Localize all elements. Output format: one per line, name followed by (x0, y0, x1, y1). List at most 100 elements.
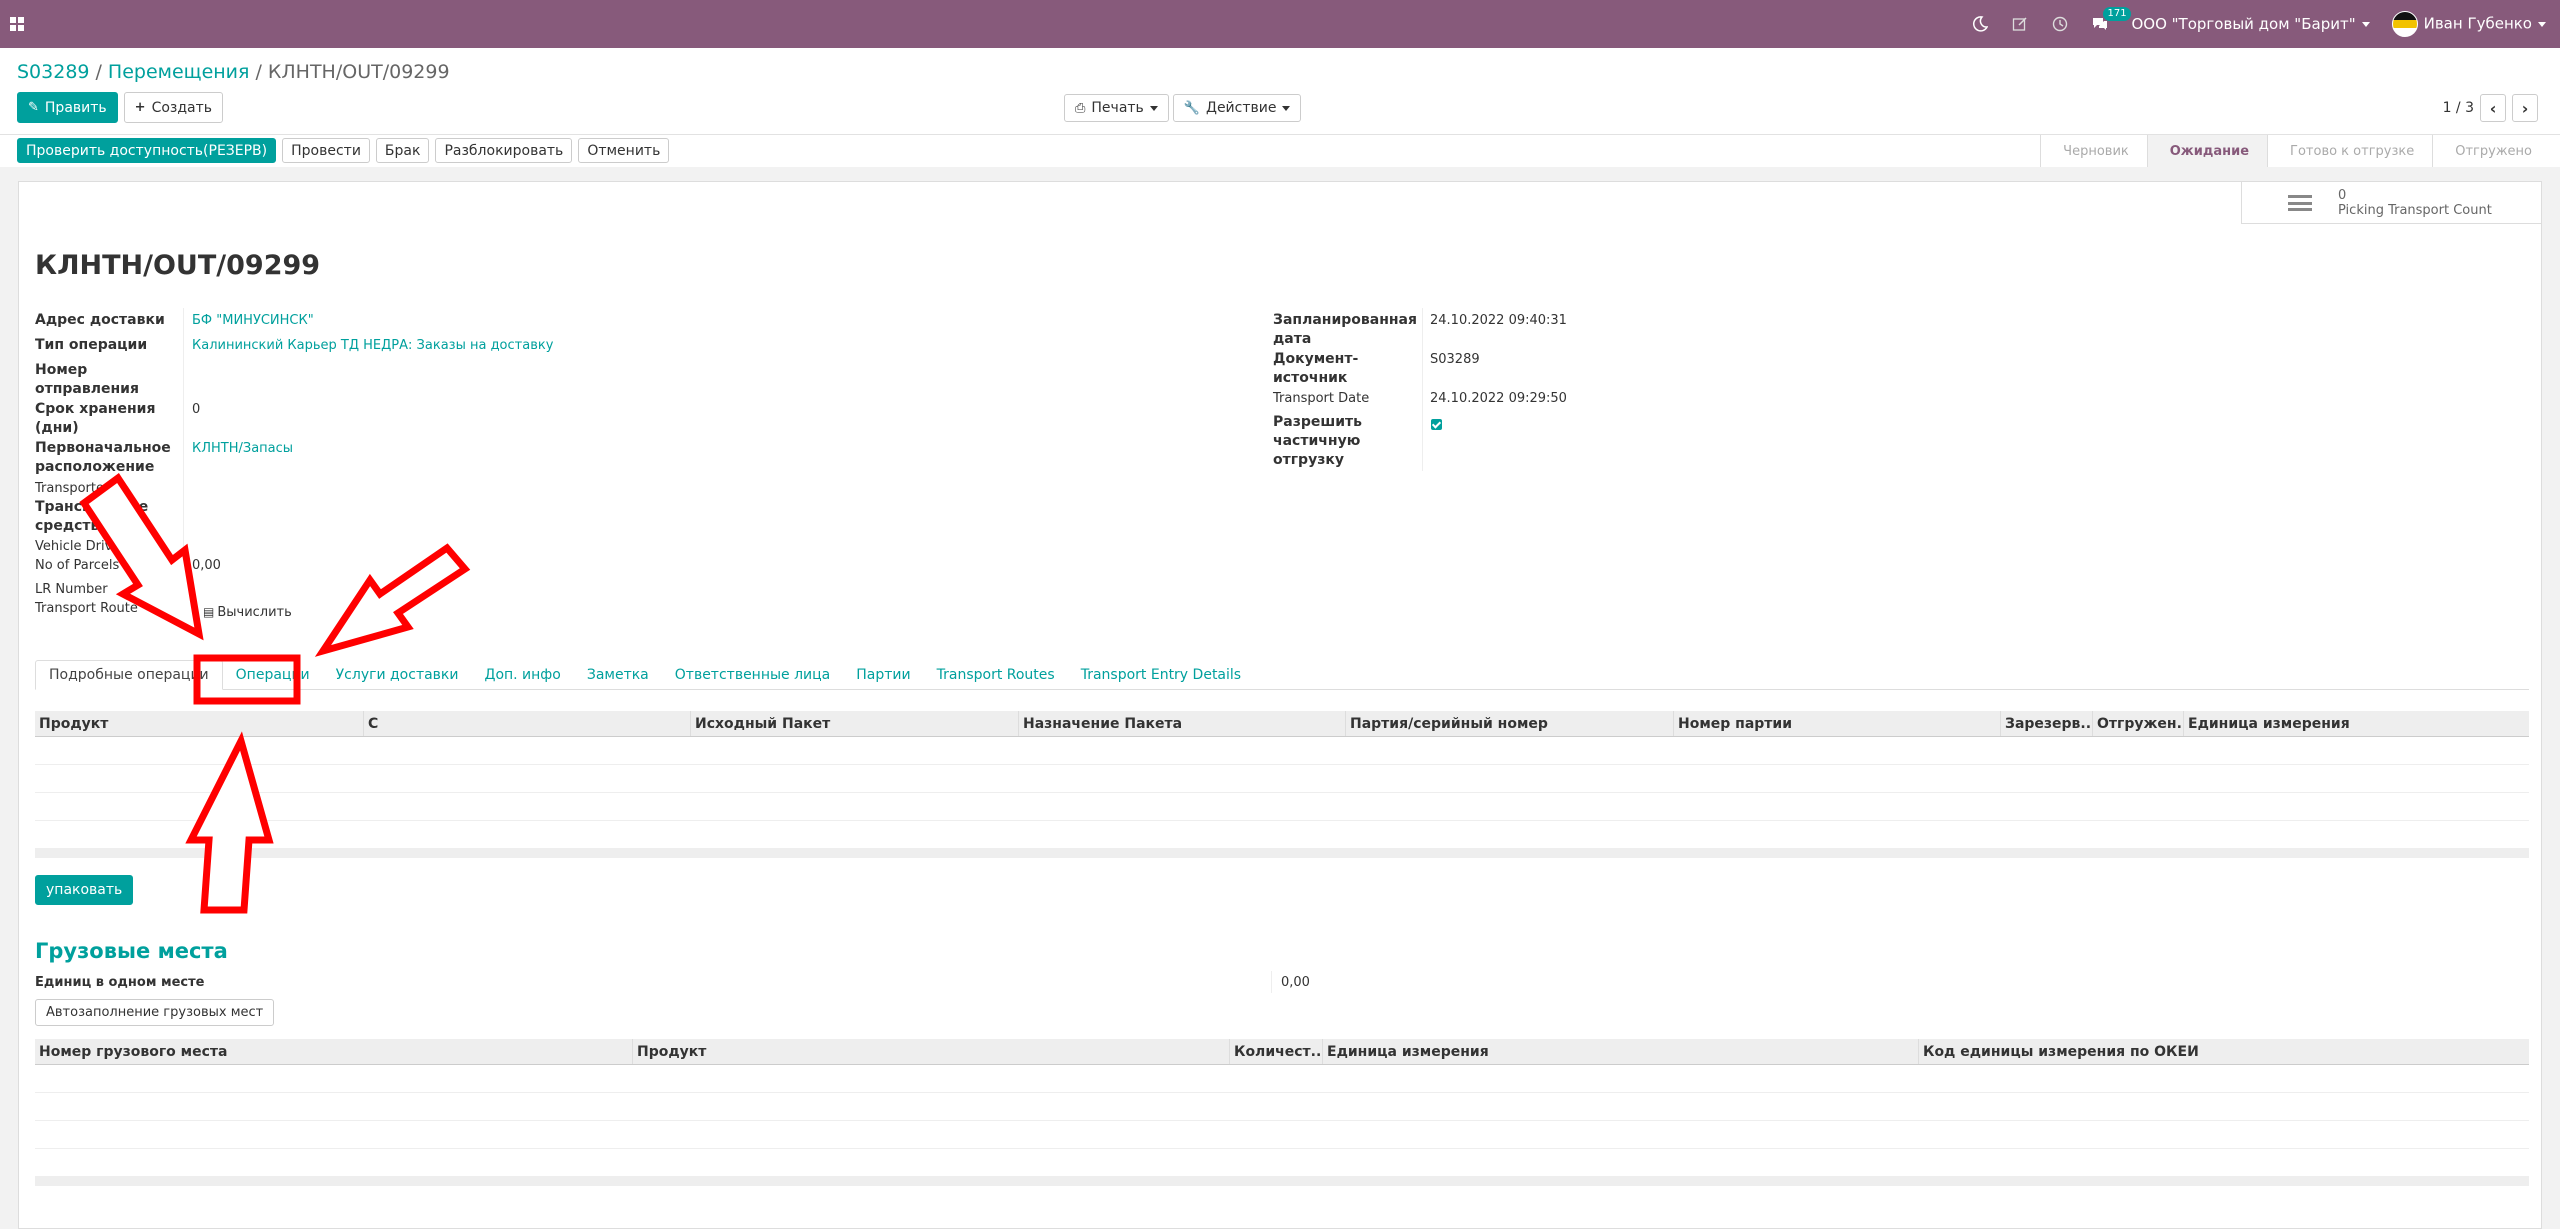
allow-partial-checkbox[interactable] (1431, 419, 1442, 430)
tab-responsible[interactable]: Ответственные лица (662, 660, 844, 690)
breadcrumb-item-order[interactable]: S03289 (17, 61, 90, 83)
tab-operations[interactable]: Операции (223, 660, 323, 690)
stage-waiting[interactable]: Ожидание (2146, 135, 2268, 167)
column-uom[interactable]: Единица измерения (2183, 711, 2529, 736)
tab-delivery-services[interactable]: Услуги доставки (323, 660, 472, 690)
autofill-cargo-button[interactable]: Автозаполнение грузовых мест (35, 999, 275, 1026)
stage-draft[interactable]: Черновик (2040, 135, 2147, 167)
field-label-units-per-place: Единиц в одном месте (35, 975, 205, 990)
picking-transport-count-button[interactable]: 0 Picking Transport Count (2241, 182, 2541, 224)
wrench-icon: 🔧 (1183, 100, 1200, 116)
compute-route-button[interactable]: ▤ Вычислить (203, 603, 292, 622)
messages-badge: 171 (2103, 7, 2131, 21)
table-row[interactable] (35, 1093, 2529, 1121)
chevron-left-icon: ‹ (2489, 98, 2497, 118)
column-lot-number[interactable]: Номер партии (1673, 711, 2000, 736)
field-label-transporter: Transporter (35, 481, 110, 496)
compute-route-label: Вычислить (217, 605, 292, 620)
clock-icon[interactable] (2051, 15, 2069, 33)
chat-icon[interactable]: 171 (2091, 7, 2131, 33)
column-cargo-okei-code[interactable]: Код единицы измерения по ОКЕИ (1918, 1039, 2529, 1064)
column-destination-package[interactable]: Назначение Пакета (1018, 711, 1345, 736)
action-button-label: Действие (1206, 100, 1277, 116)
pager-previous-button[interactable]: ‹ (2480, 94, 2506, 122)
stage-ready[interactable]: Готово к отгрузке (2267, 135, 2432, 167)
operations-table-header: Продукт С Исходный Пакет Назначение Паке… (35, 711, 2529, 737)
tab-transport-routes[interactable]: Transport Routes (924, 660, 1068, 690)
field-units-per-place[interactable]: 0,00 (1281, 973, 1310, 992)
pack-button[interactable]: упаковать (35, 875, 134, 905)
column-shipped[interactable]: Отгружен... (2092, 711, 2183, 736)
truck-icon (2288, 194, 2312, 211)
column-source-package[interactable]: Исходный Пакет (690, 711, 1018, 736)
action-buttons: ⎙ Печать 🔧 Действие (1064, 94, 1302, 122)
create-button-label: Создать (151, 99, 213, 116)
cargo-section-title: Грузовые места (35, 939, 228, 963)
unlock-button[interactable]: Разблокировать (435, 138, 573, 163)
apps-menu-icon[interactable] (10, 17, 24, 31)
pager-value[interactable]: 1 / 3 (2443, 100, 2474, 116)
notebook-tabs: Подробные операции Операции Услуги доста… (35, 660, 2529, 690)
user-name: Иван Губенко (2423, 14, 2532, 33)
field-delivery-address[interactable]: БФ "МИНУСИНСК" (192, 311, 314, 330)
table-row[interactable] (35, 821, 2529, 849)
stage-done[interactable]: Отгружено (2432, 135, 2550, 167)
field-storage-days[interactable]: 0 (192, 400, 200, 419)
field-label-storage-days: Срок хранения (дни) (35, 401, 156, 436)
pager-next-button[interactable]: › (2512, 94, 2538, 122)
printer-icon: ⎙ (1075, 100, 1086, 116)
left-group-divider (183, 308, 184, 550)
operations-table: Продукт С Исходный Пакет Назначение Паке… (35, 711, 2529, 858)
column-cargo-product[interactable]: Продукт (632, 1039, 1229, 1064)
user-menu[interactable]: Иван Губенко (2391, 11, 2546, 37)
column-lot-serial[interactable]: Партия/серийный номер (1345, 711, 1673, 736)
column-product[interactable]: Продукт (35, 711, 363, 736)
table-row[interactable] (35, 1065, 2529, 1093)
field-label-transport-route: Transport Route (35, 601, 138, 616)
table-row[interactable] (35, 1121, 2529, 1149)
table-row[interactable] (35, 793, 2529, 821)
cancel-button[interactable]: Отменить (578, 138, 670, 163)
column-cargo-number[interactable]: Номер грузового места (35, 1039, 632, 1064)
smart-button-label: Picking Transport Count (2338, 202, 2492, 218)
field-source-location[interactable]: КЛНТН/Запасы (192, 439, 293, 458)
field-label-source-document: Документ-источник (1273, 351, 1359, 386)
record-title: КЛНТН/OUT/09299 (35, 250, 321, 281)
table-row[interactable] (35, 737, 2529, 765)
list-icon: ▤ (203, 605, 215, 619)
tab-detailed-operations[interactable]: Подробные операции (35, 660, 223, 690)
field-parcels[interactable]: 0,00 (192, 556, 221, 575)
tab-note[interactable]: Заметка (574, 660, 662, 690)
edit-button[interactable]: ✎ Править (17, 92, 118, 123)
cargo-divider (1271, 971, 1272, 993)
table-row[interactable] (35, 1149, 2529, 1177)
check-availability-button[interactable]: Проверить доступность(РЕЗЕРВ) (17, 138, 277, 163)
tab-extra-info[interactable]: Доп. инфо (472, 660, 574, 690)
column-reserved[interactable]: Зарезерв... (2000, 711, 2092, 736)
tab-transport-entry-details[interactable]: Transport Entry Details (1068, 660, 1254, 690)
field-scheduled-date[interactable]: 24.10.2022 09:40:31 (1430, 311, 1567, 330)
field-label-transport-date: Transport Date (1273, 391, 1370, 406)
breadcrumb-item-transfers[interactable]: Перемещения (108, 61, 250, 83)
field-operation-type[interactable]: Калининский Карьер ТД НЕДРА: Заказы на д… (192, 336, 553, 355)
validate-button[interactable]: Провести (282, 138, 370, 163)
table-row[interactable] (35, 765, 2529, 793)
column-cargo-quantity[interactable]: Количест... (1229, 1039, 1322, 1064)
column-cargo-uom[interactable]: Единица измерения (1322, 1039, 1918, 1064)
field-source-document[interactable]: S03289 (1430, 350, 1480, 369)
tab-lots[interactable]: Партии (843, 660, 923, 690)
avatar (2391, 11, 2418, 37)
action-button[interactable]: 🔧 Действие (1172, 94, 1302, 122)
edit-icon[interactable] (2011, 15, 2029, 33)
field-label-allow-partial: Разрешить частичную отгрузку (1273, 414, 1363, 468)
print-button[interactable]: ⎙ Печать (1064, 94, 1169, 122)
field-label-operation-type: Тип операции (35, 337, 148, 353)
column-from[interactable]: С (363, 711, 690, 736)
company-switcher[interactable]: ООО "Торговый дом "Барит" (2131, 15, 2370, 33)
moon-icon[interactable] (1971, 15, 1989, 33)
create-button[interactable]: + Создать (123, 92, 224, 123)
field-label-vehicle: Транспортное средство (35, 499, 149, 534)
scrap-button[interactable]: Брак (375, 138, 430, 163)
edit-button-label: Править (44, 99, 107, 116)
field-transport-date[interactable]: 24.10.2022 09:29:50 (1430, 389, 1567, 408)
